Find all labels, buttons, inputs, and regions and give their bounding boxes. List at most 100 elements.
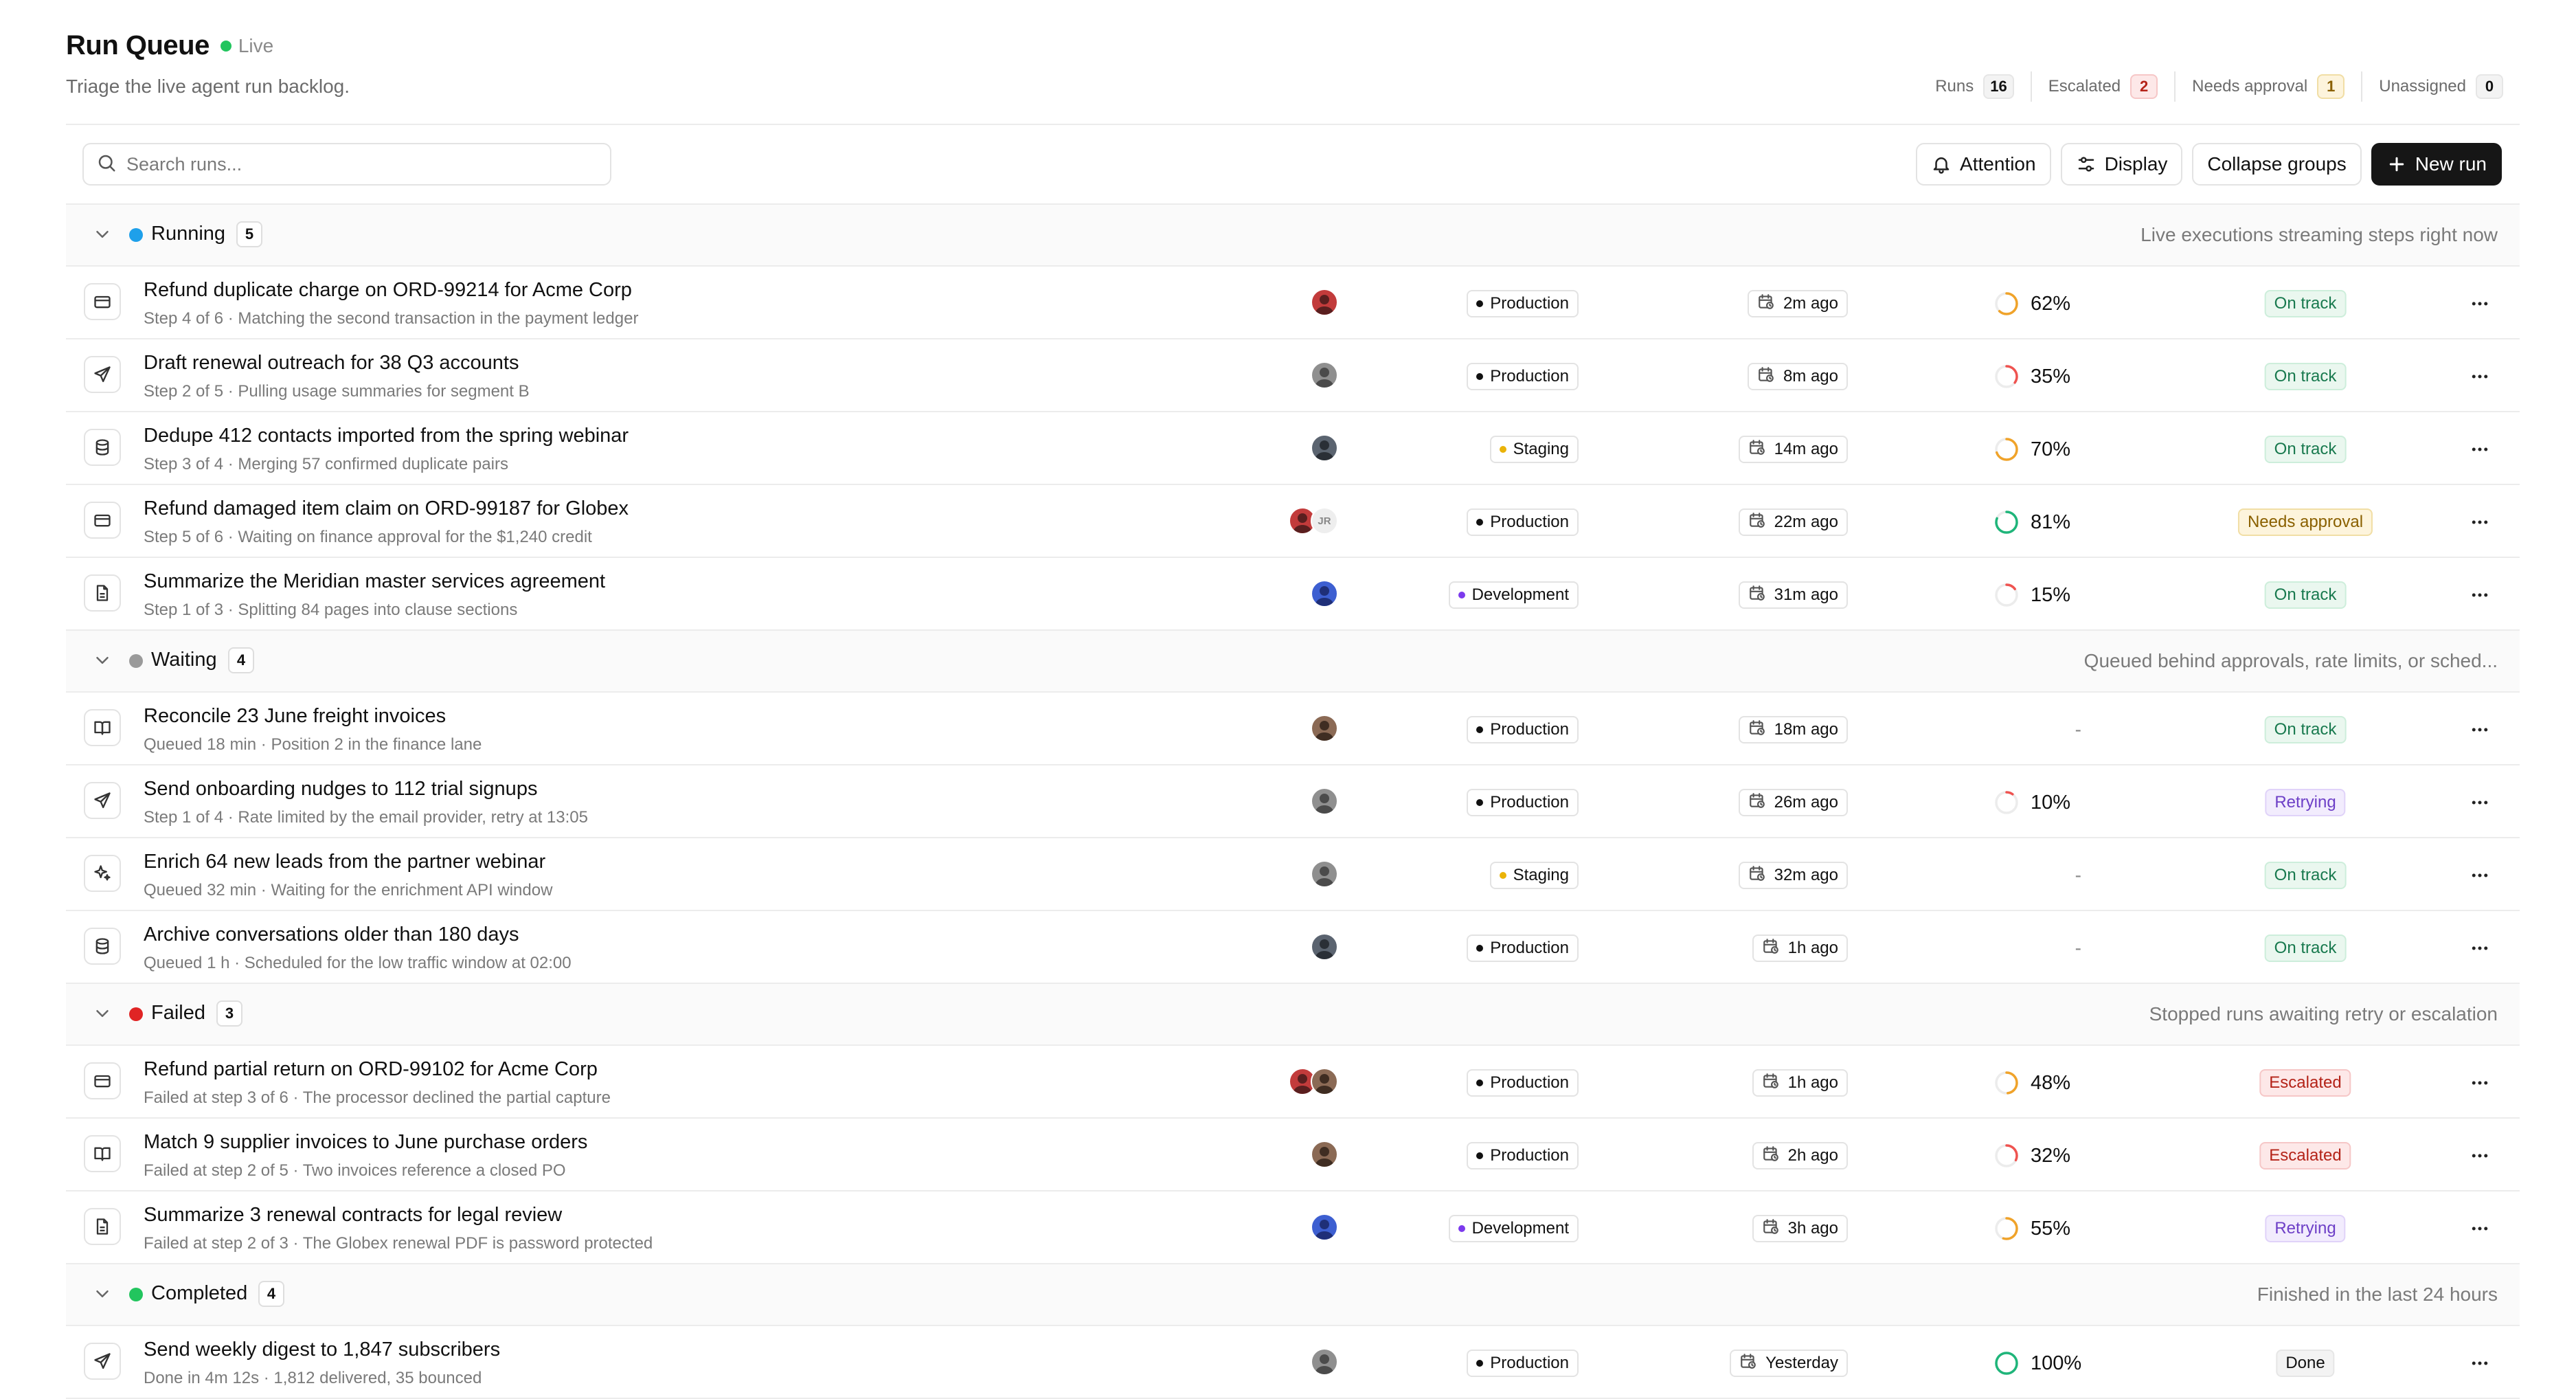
run-row[interactable]: Archive conversations older than 180 day… bbox=[66, 911, 2520, 984]
group-name: Failed bbox=[151, 1002, 205, 1024]
more-actions-icon[interactable] bbox=[2466, 581, 2494, 609]
environment-dot bbox=[1458, 592, 1465, 598]
environment-badge: Staging bbox=[1489, 436, 1579, 463]
stat-escalated[interactable]: Escalated 2 bbox=[2030, 71, 2174, 102]
avatar bbox=[1311, 289, 1338, 316]
progress-ring bbox=[1993, 582, 2020, 608]
run-title[interactable]: Refund damaged item claim on ORD-99187 f… bbox=[144, 497, 629, 520]
attention-button[interactable]: Attention bbox=[1916, 143, 2051, 186]
bell-icon bbox=[1933, 157, 1950, 174]
run-title[interactable]: Dedupe 412 contacts imported from the sp… bbox=[144, 425, 629, 447]
avatar bbox=[1311, 361, 1338, 389]
more-actions-icon[interactable] bbox=[2466, 716, 2494, 743]
plus-icon bbox=[2389, 157, 2404, 172]
avatar-initials: JR bbox=[1311, 507, 1338, 535]
more-actions-icon[interactable] bbox=[2466, 1215, 2494, 1242]
time-badge: 26m ago bbox=[1738, 789, 1848, 816]
run-row[interactable]: Dedupe 412 contacts imported from the sp… bbox=[66, 412, 2520, 485]
search-input[interactable] bbox=[125, 153, 595, 176]
assignee-avatars[interactable] bbox=[1311, 860, 1338, 888]
run-title[interactable]: Summarize 3 renewal contracts for legal … bbox=[144, 1204, 562, 1227]
more-actions-icon[interactable] bbox=[2466, 290, 2494, 317]
group-header-running[interactable]: Running 5 Live executions streaming steps … bbox=[66, 205, 2520, 267]
progress-percent: 81% bbox=[2031, 511, 2071, 533]
more-actions-icon[interactable] bbox=[2466, 934, 2494, 962]
environment-badge: Production bbox=[1467, 934, 1579, 962]
run-title[interactable]: Send weekly digest to 1,847 subscribers bbox=[144, 1339, 500, 1361]
run-row[interactable]: Send onboarding nudges to 112 trial sign… bbox=[66, 765, 2520, 838]
collapse-groups-button[interactable]: Collapse groups bbox=[2192, 143, 2362, 186]
assignee-avatars[interactable] bbox=[1311, 580, 1338, 607]
display-button[interactable]: Display bbox=[2060, 143, 2183, 186]
progress-percent: 62% bbox=[2031, 292, 2071, 315]
assignee-avatars[interactable] bbox=[1311, 289, 1338, 316]
run-row[interactable]: Summarize the Meridian master services a… bbox=[66, 558, 2520, 631]
more-actions-icon[interactable] bbox=[2466, 436, 2494, 463]
assignee-avatars[interactable] bbox=[1311, 434, 1338, 462]
run-title[interactable]: Draft renewal outreach for 38 Q3 account… bbox=[144, 352, 519, 374]
run-row[interactable]: Match 9 supplier invoices to June purcha… bbox=[66, 1119, 2520, 1191]
send-icon bbox=[84, 356, 121, 393]
assignee-avatars[interactable]: JR bbox=[1289, 507, 1338, 535]
run-title[interactable]: Refund duplicate charge on ORD-99214 for… bbox=[144, 279, 632, 302]
status-badge: On track bbox=[2264, 363, 2347, 390]
environment-badge: Production bbox=[1467, 716, 1579, 743]
run-row[interactable]: Refund partial return on ORD-99102 for A… bbox=[66, 1046, 2520, 1119]
assignee-avatars[interactable] bbox=[1311, 715, 1338, 742]
run-row[interactable]: Refund duplicate charge on ORD-99214 for… bbox=[66, 267, 2520, 339]
stat-unassigned[interactable]: Unassigned 0 bbox=[2361, 71, 2520, 102]
run-title[interactable]: Enrich 64 new leads from the partner web… bbox=[144, 851, 545, 873]
time-badge: 14m ago bbox=[1738, 436, 1848, 463]
assignee-avatars[interactable] bbox=[1311, 361, 1338, 389]
assignee-avatars[interactable] bbox=[1311, 1141, 1338, 1168]
stat-needs-approval[interactable]: Needs approval 1 bbox=[2174, 71, 2361, 102]
chevron-down-icon[interactable] bbox=[92, 1003, 113, 1024]
run-row[interactable]: Send weekly digest to 1,847 subscribers D… bbox=[66, 1326, 2520, 1399]
run-title[interactable]: Refund partial return on ORD-99102 for A… bbox=[144, 1058, 598, 1081]
run-groups: Running 5 Live executions streaming steps … bbox=[66, 205, 2520, 1399]
run-step-detail: Step 4 of 6 · Matching the second transa… bbox=[144, 309, 639, 328]
more-actions-icon[interactable] bbox=[2466, 862, 2494, 889]
time-badge: Yesterday bbox=[1730, 1350, 1848, 1377]
more-actions-icon[interactable] bbox=[2466, 1142, 2494, 1169]
more-actions-icon[interactable] bbox=[2466, 508, 2494, 536]
run-row[interactable]: Draft renewal outreach for 38 Q3 account… bbox=[66, 339, 2520, 412]
chevron-down-icon[interactable] bbox=[92, 650, 113, 671]
assignee-avatars[interactable] bbox=[1311, 1213, 1338, 1241]
group-header-waiting[interactable]: Waiting 4 Queued behind approvals, rate li… bbox=[66, 631, 2520, 693]
run-row[interactable]: Summarize 3 renewal contracts for legal … bbox=[66, 1191, 2520, 1264]
more-actions-icon[interactable] bbox=[2466, 789, 2494, 816]
run-title[interactable]: Summarize the Meridian master services a… bbox=[144, 570, 605, 593]
chevron-down-icon[interactable] bbox=[92, 224, 113, 245]
search-box[interactable] bbox=[82, 143, 611, 186]
group-header-failed[interactable]: Failed 3 Stopped runs awaiting retry or es… bbox=[66, 984, 2520, 1046]
assignee-avatars[interactable] bbox=[1311, 787, 1338, 815]
new-run-button[interactable]: New run bbox=[2371, 143, 2502, 186]
more-actions-icon[interactable] bbox=[2466, 363, 2494, 390]
group-count-badge: 4 bbox=[228, 647, 254, 673]
run-row[interactable]: Refund damaged item claim on ORD-99187 f… bbox=[66, 485, 2520, 558]
environment-badge: Development bbox=[1448, 581, 1579, 609]
run-title[interactable]: Archive conversations older than 180 day… bbox=[144, 924, 519, 946]
run-title[interactable]: Send onboarding nudges to 112 trial sign… bbox=[144, 778, 537, 801]
environment-badge: Production bbox=[1467, 789, 1579, 816]
environment-dot bbox=[1476, 799, 1484, 806]
stat-runs[interactable]: Runs 16 bbox=[1919, 71, 2031, 102]
chevron-down-icon[interactable] bbox=[92, 1284, 113, 1304]
run-title[interactable]: Match 9 supplier invoices to June purcha… bbox=[144, 1131, 587, 1154]
assignee-avatars[interactable] bbox=[1289, 1068, 1338, 1095]
environment-badge: Production bbox=[1467, 1350, 1579, 1377]
run-row[interactable]: Reconcile 23 June freight invoices Queued… bbox=[66, 693, 2520, 765]
more-actions-icon[interactable] bbox=[2466, 1069, 2494, 1097]
avatar bbox=[1311, 787, 1338, 815]
environment-label: Staging bbox=[1513, 440, 1569, 458]
assignee-avatars[interactable] bbox=[1311, 1348, 1338, 1376]
assignee-avatars[interactable] bbox=[1311, 933, 1338, 961]
progress-ring bbox=[1993, 1070, 2020, 1096]
run-row[interactable]: Enrich 64 new leads from the partner web… bbox=[66, 838, 2520, 911]
more-actions-icon[interactable] bbox=[2466, 1350, 2494, 1377]
progress-percent: 35% bbox=[2031, 365, 2071, 388]
group-header-completed[interactable]: Completed 4 Finished in the last 24 hours bbox=[66, 1264, 2520, 1326]
progress-empty: - bbox=[2075, 937, 2081, 959]
run-title[interactable]: Reconcile 23 June freight invoices bbox=[144, 705, 446, 728]
